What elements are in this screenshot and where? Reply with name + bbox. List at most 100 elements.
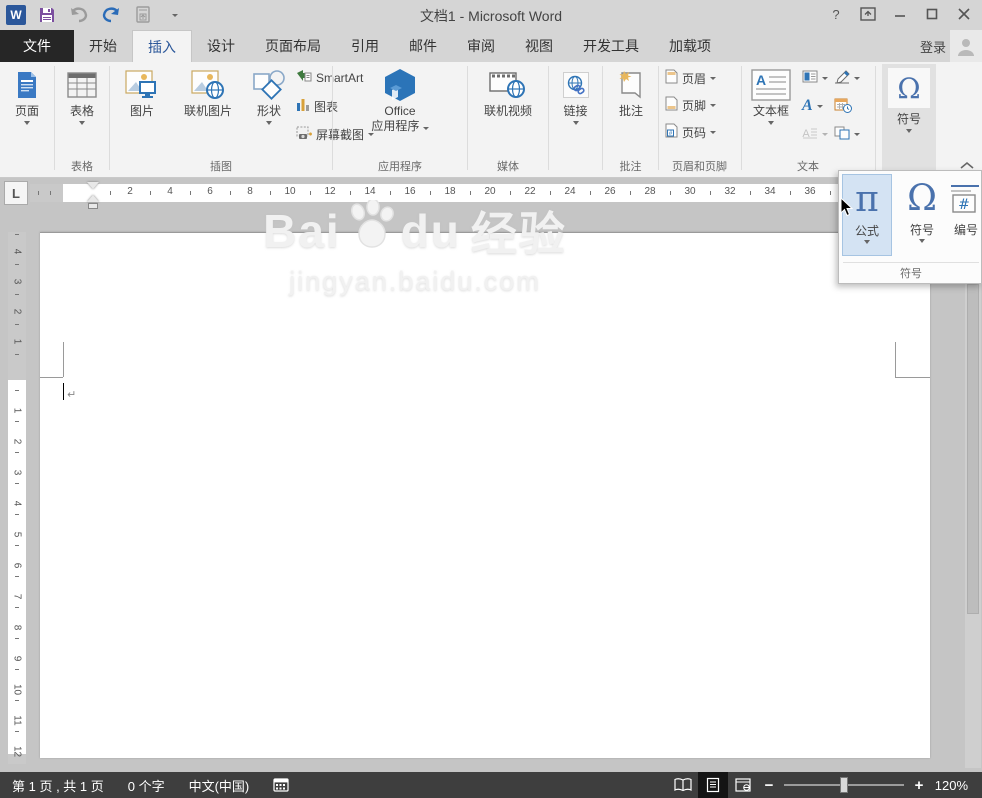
online-pictures-button[interactable]: 联机图片	[170, 64, 246, 119]
maximize-icon[interactable]	[918, 2, 946, 26]
group-symbols: Ω 符号	[876, 62, 940, 176]
minimize-icon[interactable]	[886, 2, 914, 26]
zoom-in-button[interactable]: +	[908, 777, 930, 794]
pages-icon	[15, 68, 39, 102]
sign-in-link[interactable]: 登录	[920, 30, 946, 62]
ruler-number: 34	[762, 186, 778, 197]
group-label-header-footer: 页眉和页脚	[659, 158, 740, 174]
tab-3[interactable]: 页面布局	[250, 30, 336, 62]
vruler-number: 1	[12, 333, 23, 351]
zoom-slider-thumb[interactable]	[840, 777, 848, 793]
textbox-button[interactable]: A 文本框	[746, 64, 796, 125]
online-video-button[interactable]: 联机视频	[471, 64, 545, 119]
textbox-icon: A	[751, 68, 791, 102]
tab-2[interactable]: 设计	[192, 30, 250, 62]
shapes-button[interactable]: 形状	[246, 64, 292, 125]
comment-button[interactable]: 批注	[608, 64, 654, 119]
vertical-scrollbar[interactable]	[965, 212, 981, 768]
table-button[interactable]: 表格	[59, 64, 105, 125]
tab-8[interactable]: 开发工具	[568, 30, 654, 62]
tab-7[interactable]: 视图	[510, 30, 568, 62]
group-header-footer: 页眉 页脚 # 页码 页眉和页脚	[659, 62, 740, 176]
close-icon[interactable]	[950, 2, 978, 26]
document-page[interactable]	[40, 232, 930, 758]
vruler-number: 2	[12, 303, 23, 321]
group-comments: 批注 批注	[603, 62, 658, 176]
tab-strip: 开始插入设计页面布局引用邮件审阅视图开发工具加载项	[74, 30, 726, 62]
page-number-icon: #	[665, 123, 678, 141]
tab-stop-selector[interactable]: L	[4, 181, 28, 205]
left-indent-marker[interactable]	[88, 203, 98, 209]
tab-1[interactable]: 插入	[132, 30, 192, 62]
vruler-number: 12	[12, 743, 23, 761]
tab-file[interactable]: 文件	[0, 30, 74, 62]
tab-0[interactable]: 开始	[74, 30, 132, 62]
date-time-button[interactable]	[834, 94, 852, 118]
ribbon-display-options-icon[interactable]	[854, 2, 882, 26]
number-menu-item[interactable]: # 编号	[949, 174, 982, 256]
language-indicator[interactable]: 中文(中国)	[177, 772, 262, 798]
symbol-ribbon-button[interactable]: Ω 符号	[882, 64, 936, 174]
page-number-button[interactable]: # 页码	[665, 120, 716, 144]
group-apps: Office应用程序 应用程序	[333, 62, 467, 176]
print-layout-button[interactable]	[698, 772, 728, 798]
online-pictures-icon	[191, 68, 225, 102]
vertical-ruler[interactable]: 4321123456789101112	[8, 210, 26, 770]
chart-icon	[296, 98, 310, 115]
group-links: 链接	[549, 62, 602, 176]
ruler-number: 10	[282, 186, 298, 197]
dropcap-button[interactable]: A	[802, 122, 828, 146]
date-time-icon	[834, 97, 852, 116]
zoom-level[interactable]: 120%	[930, 778, 982, 793]
vruler-tick	[15, 234, 19, 235]
vruler-tick	[15, 264, 19, 265]
footer-button[interactable]: 页脚	[665, 93, 716, 117]
tab-6[interactable]: 审阅	[452, 30, 510, 62]
hanging-indent-marker[interactable]	[87, 195, 99, 202]
screenshot-icon	[296, 126, 312, 143]
vruler-tick	[15, 294, 19, 295]
group-label-illustrations: 插图	[110, 158, 332, 174]
symbol-menu-item[interactable]: Ω 符号	[897, 174, 947, 256]
mouse-cursor	[840, 197, 854, 220]
quick-parts-button[interactable]	[802, 66, 828, 90]
wordart-button[interactable]: A	[802, 94, 823, 118]
vruler-tick	[15, 545, 19, 546]
read-mode-button[interactable]	[668, 772, 698, 798]
vruler-tick	[15, 483, 19, 484]
help-icon[interactable]: ?	[822, 2, 850, 26]
signature-line-button[interactable]	[834, 66, 860, 90]
omega-icon: Ω	[888, 68, 930, 108]
tab-4[interactable]: 引用	[336, 30, 394, 62]
links-button[interactable]: 链接	[553, 64, 598, 125]
text-cursor	[63, 383, 64, 400]
header-button[interactable]: 页眉	[665, 66, 716, 90]
ruler-number: 6	[202, 186, 218, 197]
object-button[interactable]	[834, 122, 860, 146]
ruler-tick	[510, 191, 511, 195]
horizontal-ruler[interactable]: 24681012141618202224262830323436	[30, 184, 944, 202]
zoom-slider[interactable]	[784, 784, 904, 786]
ruler-left-margin	[30, 184, 63, 202]
ruler-tick	[390, 191, 391, 195]
vruler-number: 7	[12, 588, 23, 606]
first-line-indent-marker[interactable]	[87, 182, 99, 189]
tab-5[interactable]: 邮件	[394, 30, 452, 62]
pages-button[interactable]: 页面	[4, 64, 50, 125]
ruler-number: 28	[642, 186, 658, 197]
picture-button[interactable]: 图片	[116, 64, 168, 119]
web-layout-button[interactable]	[728, 772, 758, 798]
number-icon: #	[949, 176, 982, 220]
document-canvas: L 24681012141618202224262830323436 43211…	[0, 178, 982, 772]
office-apps-button[interactable]: Office应用程序	[355, 64, 445, 134]
word-count[interactable]: 0 个字	[116, 772, 177, 798]
ruler-tick	[110, 191, 111, 195]
page-info[interactable]: 第 1 页 , 共 1 页	[0, 772, 116, 798]
group-label-comments: 批注	[603, 158, 658, 174]
proofing-icon[interactable]	[261, 772, 301, 798]
tab-9[interactable]: 加载项	[654, 30, 726, 62]
avatar[interactable]	[950, 30, 982, 62]
zoom-out-button[interactable]: −	[758, 777, 780, 794]
scrollbar-thumb[interactable]	[967, 284, 979, 614]
ruler-number: 4	[162, 186, 178, 197]
